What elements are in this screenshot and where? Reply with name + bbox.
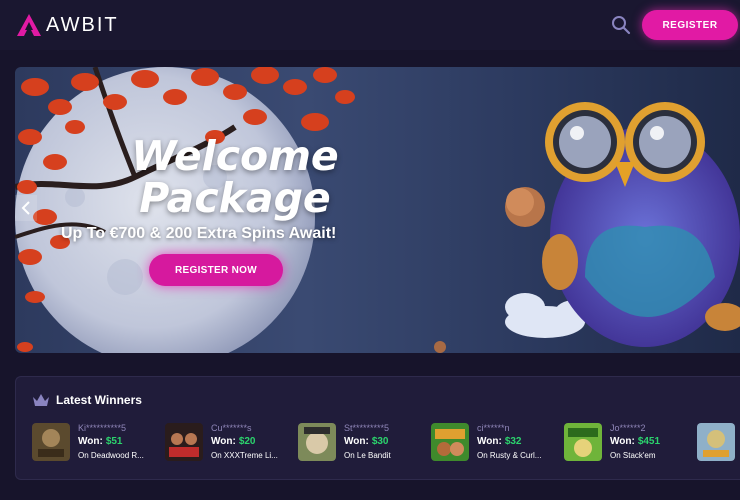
- logo[interactable]: AWBIT: [16, 12, 119, 38]
- winner-name: Jo******2: [610, 423, 646, 433]
- won-label: Won:: [344, 436, 369, 447]
- game-thumbnail: [564, 423, 602, 461]
- banner-title: Welcome Package: [115, 135, 355, 219]
- winner-game: On XXXTreme Li...: [211, 451, 278, 460]
- crown-icon: [33, 394, 49, 406]
- winner-item[interactable]: Jo******2 Won: $451 On Stack'em: [564, 423, 698, 463]
- winner-item[interactable]: Cu*******s Won: $20 On XXXTreme Li...: [165, 423, 299, 463]
- win-amount: $32: [504, 436, 522, 447]
- winners-header: Latest Winners: [32, 393, 142, 407]
- winner-name: ci******n: [477, 423, 510, 433]
- won-label: Won:: [610, 436, 635, 447]
- register-button[interactable]: REGISTER: [642, 10, 738, 40]
- logo-text: AWBIT: [46, 13, 119, 36]
- winner-won: Won: $20: [211, 435, 299, 449]
- won-label: Won:: [477, 436, 502, 447]
- winner-item[interactable]: [697, 423, 735, 463]
- won-label: Won:: [211, 436, 236, 447]
- latest-winners-panel: Latest Winners Ki**********5 Won: $51 On …: [15, 376, 740, 480]
- winner-game: On Deadwood R...: [78, 451, 144, 460]
- logo-icon: [17, 14, 41, 36]
- won-label: Won:: [78, 436, 103, 447]
- winner-name: Ki**********5: [78, 423, 127, 433]
- winner-won: Won: $30: [344, 435, 432, 449]
- banner-title-line1: Welcome: [131, 132, 339, 180]
- winner-won: Won: $51: [78, 435, 166, 449]
- winner-item[interactable]: St*********5 Won: $30 On Le Bandit: [298, 423, 432, 463]
- search-icon[interactable]: [610, 14, 632, 36]
- winner-item[interactable]: Ki**********5 Won: $51 On Deadwood R...: [32, 423, 166, 463]
- winner-game: On Le Bandit: [344, 451, 391, 460]
- winner-name: St*********5: [344, 423, 390, 433]
- winner-won: Won: $451: [610, 435, 698, 449]
- win-amount: $20: [238, 436, 256, 447]
- win-amount: $51: [105, 436, 123, 447]
- banner-title-line2: Package: [139, 174, 331, 222]
- game-thumbnail: [431, 423, 469, 461]
- chevron-left-icon: [21, 201, 30, 215]
- banner-subtitle: Up To €700 & 200 Extra Spins Await!: [61, 225, 337, 242]
- game-thumbnail: [32, 423, 70, 461]
- game-thumbnail: [165, 423, 203, 461]
- win-amount: $30: [371, 436, 389, 447]
- win-amount: $451: [637, 436, 661, 447]
- carousel-prev-arrow[interactable]: [15, 195, 37, 221]
- winner-item[interactable]: ci******n Won: $32 On Rusty & Curl...: [431, 423, 565, 463]
- register-now-button[interactable]: REGISTER NOW: [149, 254, 283, 286]
- game-thumbnail: [298, 423, 336, 461]
- winner-game: On Rusty & Curl...: [477, 451, 542, 460]
- game-thumbnail: [697, 423, 735, 461]
- top-header: AWBIT REGISTER: [0, 0, 740, 50]
- winners-title: Latest Winners: [56, 393, 142, 407]
- winner-game: On Stack'em: [610, 451, 656, 460]
- winner-won: Won: $32: [477, 435, 565, 449]
- promo-banner[interactable]: Welcome Package Up To €700 & 200 Extra S…: [15, 67, 740, 353]
- winner-name: Cu*******s: [211, 423, 252, 433]
